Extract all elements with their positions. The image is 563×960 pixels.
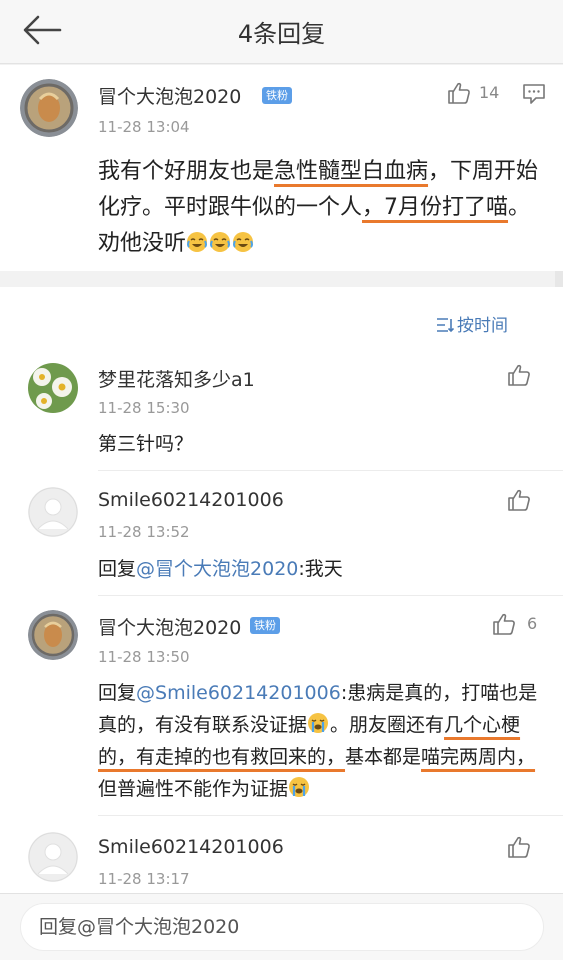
reply-input[interactable] bbox=[21, 904, 543, 950]
sort-label: 按时间 bbox=[457, 316, 508, 336]
username[interactable]: 冒个大泡泡2020 bbox=[98, 613, 241, 640]
fan-badge: 铁粉 bbox=[262, 87, 292, 104]
crying-laughing-emoji-icon bbox=[210, 232, 231, 252]
timestamp: 11-28 13:50 bbox=[98, 648, 190, 666]
reply-item: 梦里花落知多少a1 11-28 15:30 第三针吗？ bbox=[0, 351, 563, 471]
thumbs-up-icon[interactable] bbox=[492, 612, 516, 636]
reply-text: 回复@Smile60214201006:患病是真的，打喵也是真的，有没有联系没证… bbox=[98, 682, 538, 800]
reply-text: 第三针吗？ bbox=[98, 433, 194, 455]
mention-link[interactable]: @冒个大泡泡2020 bbox=[136, 558, 298, 580]
reply-item: Smile60214201006 11-28 13:52 回复@冒个大泡泡202… bbox=[0, 471, 563, 596]
like-count: 14 bbox=[479, 83, 500, 102]
username[interactable]: 冒个大泡泡2020 bbox=[98, 82, 241, 109]
like-count: 6 bbox=[527, 614, 538, 633]
thumbs-up-icon[interactable] bbox=[507, 488, 531, 512]
timestamp: 11-28 13:52 bbox=[98, 523, 190, 541]
thumbs-up-icon[interactable] bbox=[447, 81, 471, 105]
timestamp: 11-28 13:17 bbox=[98, 870, 190, 888]
top-bar: 4条回复 bbox=[0, 0, 563, 64]
reply-item: Smile60214201006 11-28 13:17 bbox=[0, 816, 563, 893]
sort-by-time-button[interactable]: 按时间 bbox=[436, 311, 508, 336]
username[interactable]: Smile60214201006 bbox=[98, 836, 284, 858]
avatar[interactable] bbox=[28, 487, 78, 537]
thumbs-up-icon[interactable] bbox=[507, 363, 531, 387]
replies-list: 按时间 梦里花落知多少a1 11-28 15:30 第三针吗？ Smile602… bbox=[0, 287, 563, 893]
avatar[interactable] bbox=[28, 363, 78, 413]
crying-laughing-emoji-icon bbox=[187, 232, 208, 252]
sort-icon bbox=[437, 318, 454, 333]
timestamp: 11-28 15:30 bbox=[98, 399, 190, 417]
comment-text: 我有个好朋友也是急性髓型白血病，下周开始化疗。平时跟牛似的一个人，7月份打了喵。… bbox=[98, 159, 539, 256]
avatar[interactable] bbox=[28, 610, 78, 660]
username[interactable]: Smile60214201006 bbox=[98, 489, 284, 511]
crying-laughing-emoji-icon bbox=[233, 232, 254, 252]
page-title: 4条回复 bbox=[237, 20, 326, 48]
comment-bubble-icon[interactable] bbox=[522, 83, 546, 105]
username[interactable]: 梦里花落知多少a1 bbox=[98, 365, 255, 392]
crying-face-emoji-icon bbox=[289, 777, 310, 797]
avatar[interactable] bbox=[20, 79, 78, 137]
avatar[interactable] bbox=[28, 832, 78, 882]
reply-text: 回复@冒个大泡泡2020:我天 bbox=[98, 558, 343, 580]
fan-badge: 铁粉 bbox=[250, 617, 280, 634]
reply-bar bbox=[0, 893, 563, 960]
main-comment: 冒个大泡泡2020 铁粉 11-28 13:04 14 我有个好朋友也是急性髓型… bbox=[0, 65, 563, 271]
reply-item: 冒个大泡泡2020 铁粉 6 11-28 13:50 回复@Smile60214… bbox=[0, 596, 563, 816]
timestamp: 11-28 13:04 bbox=[98, 118, 190, 136]
thumbs-up-icon[interactable] bbox=[507, 835, 531, 859]
reply-input-wrapper[interactable] bbox=[20, 903, 544, 951]
mention-link[interactable]: @Smile60214201006 bbox=[136, 682, 341, 704]
crying-face-emoji-icon bbox=[308, 713, 329, 733]
